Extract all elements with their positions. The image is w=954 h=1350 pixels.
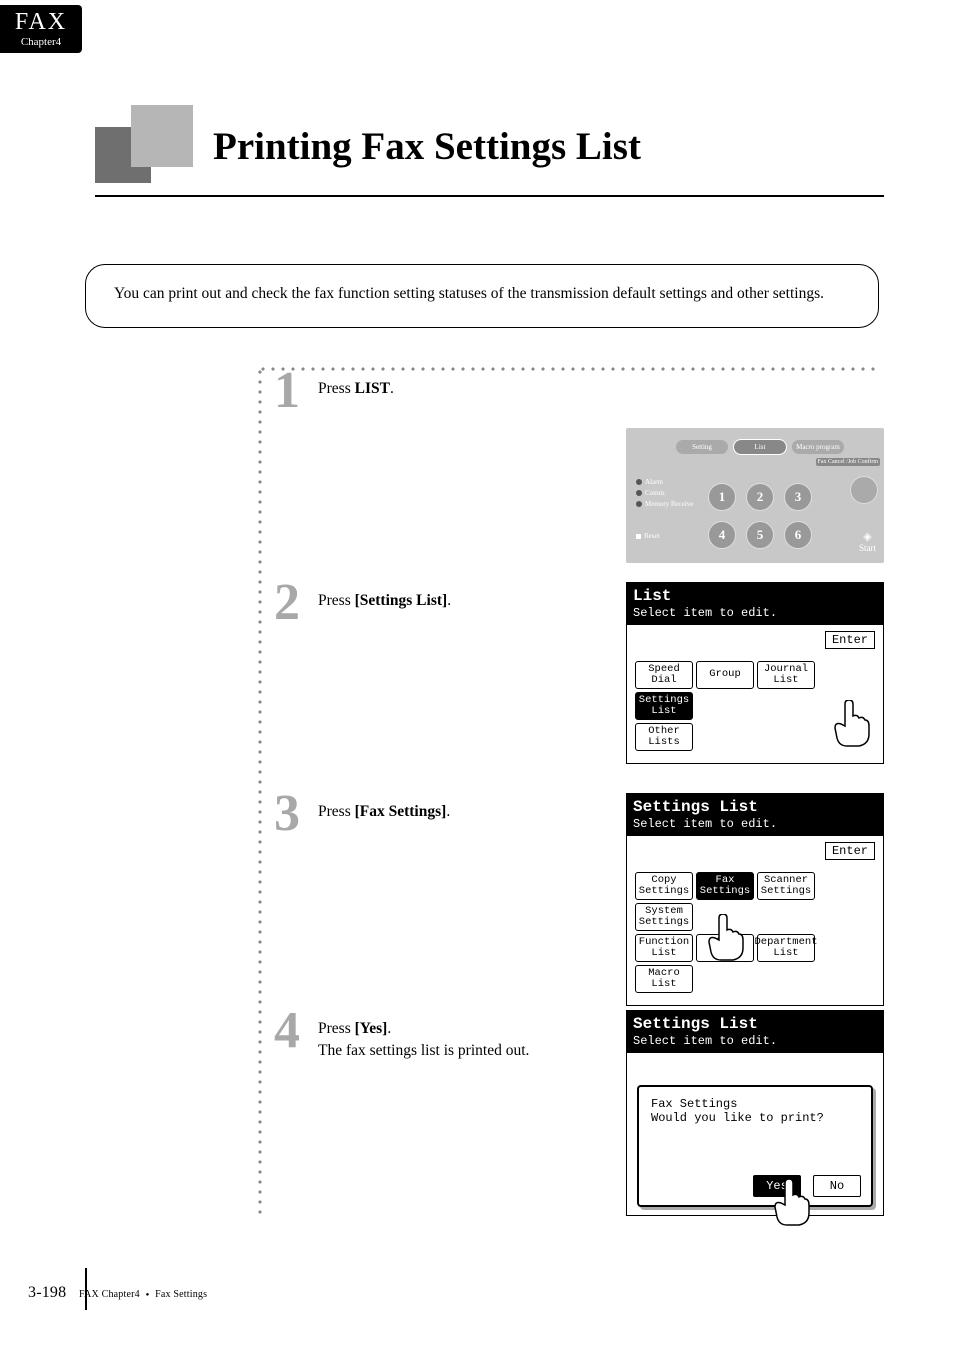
status-alarm: Alarm bbox=[645, 478, 663, 486]
step-3: 3 Press [Fax Settings]. Settings List Se… bbox=[274, 793, 884, 835]
panel-numpad: 1 2 3 4 5 6 bbox=[708, 483, 812, 549]
lcd-enter-button[interactable]: Enter bbox=[825, 631, 875, 649]
page-number: 3-198 bbox=[28, 1284, 66, 1301]
step-post: . bbox=[387, 1020, 391, 1037]
lcd-subtitle: Select item to edit. bbox=[633, 1034, 877, 1049]
step-1: 1 Press LIST. Setting List Macro program… bbox=[274, 370, 884, 412]
lcd-screen-list: List Select item to edit. Enter Speed Di… bbox=[626, 582, 884, 764]
numkey-1: 1 bbox=[708, 483, 736, 511]
lcd-body: Enter Copy Settings Fax Settings Scanner… bbox=[627, 836, 883, 1005]
lcd-screen-settings-list: Settings List Select item to edit. Enter… bbox=[626, 793, 884, 1006]
lcd-screen-confirm: Settings List Select item to edit. Fax S… bbox=[626, 1010, 884, 1216]
lcd-header: List Select item to edit. bbox=[627, 583, 883, 625]
yes-button[interactable]: Yes bbox=[753, 1175, 801, 1197]
title-bullet-icon bbox=[95, 105, 195, 187]
step-2: 2 Press [Settings List]. List Select ite… bbox=[274, 582, 884, 624]
control-panel-illustration: Setting List Macro program Fax Cancel /J… bbox=[626, 428, 884, 563]
step-bold: LIST bbox=[355, 380, 390, 397]
panel-fax-cancel-button bbox=[850, 476, 878, 504]
footer-crumb2: Fax Settings bbox=[155, 1289, 207, 1300]
step-bold: [Settings List] bbox=[355, 592, 448, 609]
lcd-btn-journal-list[interactable]: Journal List bbox=[757, 661, 815, 689]
lcd-header: Settings List Select item to edit. bbox=[627, 1011, 883, 1053]
side-tab-chapter: Chapter4 bbox=[0, 36, 82, 48]
step-number: 2 bbox=[274, 582, 310, 624]
step-bold: [Yes] bbox=[355, 1020, 388, 1037]
step-pre: Press bbox=[318, 1020, 355, 1037]
step-text: Press LIST. bbox=[318, 378, 394, 400]
step-post: . bbox=[447, 592, 451, 609]
dialog-line1: Fax Settings bbox=[651, 1097, 859, 1111]
step-pre: Press bbox=[318, 592, 355, 609]
intro-box: You can print out and check the fax func… bbox=[85, 264, 879, 328]
lcd-title: List bbox=[633, 586, 877, 606]
lcd-header: Settings List Select item to edit. bbox=[627, 794, 883, 836]
panel-tab-macro: Macro program bbox=[792, 440, 844, 454]
lcd-subtitle: Select item to edit. bbox=[633, 606, 877, 621]
numkey-4: 4 bbox=[708, 521, 736, 549]
lcd-enter-button[interactable]: Enter bbox=[825, 842, 875, 860]
footer-crumb1: FAX Chapter4 bbox=[79, 1289, 140, 1300]
panel-fax-cancel-label: Fax Cancel /Job Confirm bbox=[816, 458, 881, 466]
lcd-btn-other-lists[interactable]: Other Lists bbox=[635, 723, 693, 751]
footer-separator-icon bbox=[143, 1289, 153, 1300]
dialog-line2: Would you like to print? bbox=[651, 1111, 859, 1125]
lcd-body: Enter Speed Dial Group Journal List Sett… bbox=[627, 625, 883, 763]
dotted-guide-vertical bbox=[258, 367, 262, 1219]
step-post: . bbox=[390, 380, 394, 397]
step-pre: Press bbox=[318, 803, 355, 820]
side-tab-fax: FAX bbox=[0, 9, 82, 36]
step-number: 4 bbox=[274, 1010, 310, 1052]
step-text: Press [Yes]. The fax settings list is pr… bbox=[318, 1018, 529, 1061]
lcd-body: Fax Settings Would you like to print? Ye… bbox=[627, 1053, 883, 1215]
page-title: Printing Fax Settings List bbox=[213, 124, 641, 169]
lcd-btn-speed-dial[interactable]: Speed Dial bbox=[635, 661, 693, 689]
step-bold: [Fax Settings] bbox=[355, 803, 447, 820]
step-text: Press [Settings List]. bbox=[318, 590, 451, 612]
no-button[interactable]: No bbox=[813, 1175, 861, 1197]
panel-start-label: Start bbox=[859, 530, 876, 553]
status-comm: Comm. bbox=[645, 489, 666, 497]
page-footer: 3-198 FAX Chapter4 Fax Settings bbox=[28, 1284, 207, 1302]
step-extra: The fax settings list is printed out. bbox=[318, 1042, 529, 1059]
numkey-6: 6 bbox=[784, 521, 812, 549]
lcd-btn-copy-settings[interactable]: Copy Settings bbox=[635, 872, 693, 900]
panel-tab-list: List bbox=[734, 440, 786, 454]
step-4: 4 Press [Yes]. The fax settings list is … bbox=[274, 1010, 884, 1061]
step-number: 3 bbox=[274, 793, 310, 835]
confirm-dialog: Fax Settings Would you like to print? Ye… bbox=[637, 1085, 873, 1207]
lcd-btn-macro-list[interactable]: Macro List bbox=[635, 965, 693, 993]
lcd-btn-function-list[interactable]: Function List bbox=[635, 934, 693, 962]
lcd-btn-department-list[interactable]: Department List bbox=[757, 934, 815, 962]
dialog-buttons: Yes No bbox=[753, 1175, 861, 1197]
numkey-3: 3 bbox=[784, 483, 812, 511]
lcd-btn-settings-list[interactable]: Settings List bbox=[635, 692, 693, 720]
step-pre: Press bbox=[318, 380, 355, 397]
panel-tab-row: Setting List Macro program bbox=[676, 436, 844, 458]
step-text: Press [Fax Settings]. bbox=[318, 801, 450, 823]
side-tab: FAX Chapter4 bbox=[0, 5, 82, 53]
lcd-btn-store-doc[interactable]: Store Doc bbox=[696, 934, 754, 962]
panel-reset: Reset bbox=[636, 532, 660, 540]
lcd-btn-scanner-settings[interactable]: Scanner Settings bbox=[757, 872, 815, 900]
status-memory: Memory Receive bbox=[645, 500, 693, 508]
lcd-btn-fax-settings[interactable]: Fax Settings bbox=[696, 872, 754, 900]
title-area: Printing Fax Settings List bbox=[95, 105, 884, 197]
numkey-5: 5 bbox=[746, 521, 774, 549]
step-post: . bbox=[446, 803, 450, 820]
lcd-subtitle: Select item to edit. bbox=[633, 817, 877, 832]
numkey-2: 2 bbox=[746, 483, 774, 511]
panel-status-lights: Alarm Comm. Memory Receive bbox=[636, 478, 693, 511]
lcd-btn-group[interactable]: Group bbox=[696, 661, 754, 689]
step-number: 1 bbox=[274, 370, 310, 412]
lcd-title: Settings List bbox=[633, 797, 877, 817]
lcd-btn-system-settings[interactable]: System Settings bbox=[635, 903, 693, 931]
panel-tab-setting: Setting bbox=[676, 440, 728, 454]
lcd-title: Settings List bbox=[633, 1014, 877, 1034]
